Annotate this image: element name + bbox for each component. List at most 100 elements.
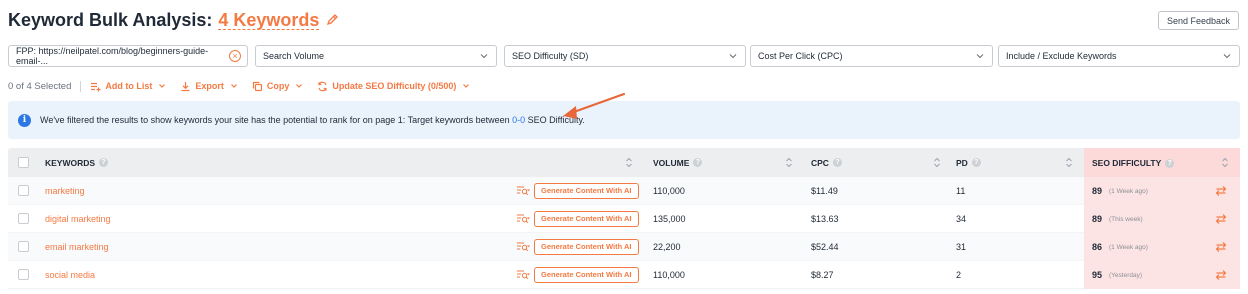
add-to-list-button[interactable]: Add to List (90, 81, 166, 92)
generate-content-ai-button[interactable]: Generate Content With AI (534, 182, 639, 199)
select-all-checkbox[interactable] (18, 157, 29, 168)
sort-icon[interactable] (933, 157, 941, 168)
column-pd[interactable]: PD? (956, 158, 981, 168)
keyword-link[interactable]: marketing (45, 186, 85, 196)
sort-icon[interactable] (1065, 157, 1073, 168)
include-exclude-label: Include / Exclude Keywords (1006, 51, 1117, 61)
generate-content-ai-button[interactable]: Generate Content With AI (534, 266, 639, 283)
swap-refresh-icon[interactable] (1215, 213, 1227, 225)
filter-search-icon[interactable] (516, 185, 530, 196)
table-row: marketing Generate Content With AI 110,0… (8, 177, 1240, 205)
chevron-down-icon (480, 54, 488, 59)
row-checkbox[interactable] (18, 241, 29, 252)
notice-range: 0-0 (512, 115, 526, 125)
generate-content-ai-button[interactable]: Generate Content With AI (534, 238, 639, 255)
clear-icon[interactable]: × (229, 50, 241, 62)
update-seo-difficulty-button[interactable]: Update SEO Difficulty (0/500) (317, 81, 470, 92)
sd-value: 89 (1092, 186, 1103, 196)
sd-score: 95 (Yesterday) (1092, 270, 1142, 280)
keyword-actions: Generate Content With AI (516, 210, 639, 227)
sort-icon[interactable] (1221, 157, 1229, 168)
chevron-down-icon (159, 84, 166, 88)
keyword-link[interactable]: email marketing (45, 242, 109, 252)
action-bar: 0 of 4 Selected Add to List Export Copy … (8, 78, 484, 94)
table-row: email marketing Generate Content With AI… (8, 233, 1240, 261)
sd-score: 89 (1 Week ago) (1092, 186, 1148, 196)
sd-cell: 86 (1 Week ago) (1084, 233, 1240, 261)
volume-value: 110,000 (653, 269, 685, 280)
column-keywords-label: KEYWORDS (45, 157, 96, 168)
keyword-link[interactable]: digital marketing (45, 214, 111, 224)
include-exclude-select[interactable]: Include / Exclude Keywords (998, 45, 1240, 67)
page-header: Keyword Bulk Analysis: 4 Keywords (8, 8, 339, 32)
pencil-icon[interactable] (325, 13, 339, 27)
row-checkbox[interactable] (18, 213, 29, 224)
chevron-down-icon (1223, 54, 1231, 59)
seo-difficulty-select[interactable]: SEO Difficulty (SD) (504, 45, 746, 67)
copy-button[interactable]: Copy (252, 81, 304, 92)
keyword-count-link[interactable]: 4 Keywords (218, 10, 319, 31)
cpc-select[interactable]: Cost Per Click (CPC) (750, 45, 993, 67)
keyword-actions: Generate Content With AI (516, 266, 639, 283)
column-seo-difficulty[interactable]: SEO DIFFICULTY? (1092, 158, 1175, 168)
sd-value: 86 (1092, 242, 1103, 252)
keyword-actions: Generate Content With AI (516, 182, 639, 199)
selected-count: 0 of 4 Selected (8, 80, 82, 92)
sd-cell: 89 (1 Week ago) (1084, 177, 1240, 205)
seo-difficulty-label: SEO Difficulty (SD) (512, 51, 589, 61)
row-checkbox[interactable] (18, 185, 29, 196)
cpc-value: $11.49 (811, 185, 838, 196)
help-icon[interactable]: ? (693, 158, 703, 167)
search-volume-select[interactable]: Search Volume (255, 45, 497, 67)
pd-value: 2 (956, 269, 962, 280)
help-icon[interactable]: ? (99, 158, 109, 167)
download-icon (181, 81, 190, 91)
table-row: digital marketing Generate Content With … (8, 205, 1240, 233)
sd-value: 95 (1092, 270, 1103, 280)
sd-cell: 89 (This week) (1084, 205, 1240, 233)
column-sd-label: SEO DIFFICULTY (1092, 158, 1162, 168)
cpc-value: $8.27 (811, 269, 834, 280)
column-cpc-label: CPC (811, 157, 829, 168)
fpp-url-field[interactable]: FPP: https://neilpatel.com/blog/beginner… (8, 45, 248, 67)
sd-updated-time: (1 Week ago) (1109, 187, 1148, 195)
filter-notice: i We've filtered the results to show key… (8, 101, 1240, 139)
export-button[interactable]: Export (180, 81, 238, 92)
notice-text-before: We've filtered the results to show keywo… (40, 115, 513, 125)
help-icon[interactable]: ? (832, 158, 842, 167)
filter-search-icon[interactable] (516, 269, 530, 280)
add-to-list-label: Add to List (105, 81, 153, 91)
column-volume[interactable]: VOLUME? (653, 157, 703, 168)
sort-icon[interactable] (625, 157, 633, 168)
sd-score: 89 (This week) (1092, 214, 1143, 224)
swap-refresh-icon[interactable] (1215, 185, 1227, 197)
table-row: social media Generate Content With AI 11… (8, 261, 1240, 289)
copy-icon (252, 81, 263, 91)
column-volume-label: VOLUME (653, 157, 690, 168)
pd-value: 11 (956, 185, 966, 196)
column-keywords[interactable]: KEYWORDS? (45, 157, 109, 168)
search-volume-label: Search Volume (263, 51, 325, 61)
filter-search-icon[interactable] (516, 213, 530, 224)
help-icon[interactable]: ? (1165, 158, 1175, 168)
send-feedback-button[interactable]: Send Feedback (1157, 11, 1239, 30)
sd-updated-time: (1 Week ago) (1109, 243, 1148, 251)
swap-refresh-icon[interactable] (1215, 269, 1227, 281)
sd-score: 86 (1 Week ago) (1092, 242, 1148, 252)
row-checkbox[interactable] (18, 269, 29, 280)
filter-search-icon[interactable] (516, 241, 530, 252)
cpc-label: Cost Per Click (CPC) (758, 51, 843, 61)
chevron-down-icon (230, 84, 237, 88)
column-cpc[interactable]: CPC? (811, 158, 842, 168)
generate-content-ai-button[interactable]: Generate Content With AI (534, 210, 639, 227)
info-icon: i (18, 113, 31, 127)
sort-icon[interactable] (785, 157, 793, 168)
chevron-down-icon (296, 84, 303, 88)
chevron-down-icon (463, 84, 470, 88)
keyword-link[interactable]: social media (45, 270, 95, 280)
filter-bar: FPP: https://neilpatel.com/blog/beginner… (8, 45, 1240, 67)
page-title: Keyword Bulk Analysis: (8, 9, 213, 30)
help-icon[interactable]: ? (971, 158, 981, 167)
update-seo-difficulty-label: Update SEO Difficulty (0/500) (332, 81, 457, 91)
swap-refresh-icon[interactable] (1215, 241, 1227, 253)
